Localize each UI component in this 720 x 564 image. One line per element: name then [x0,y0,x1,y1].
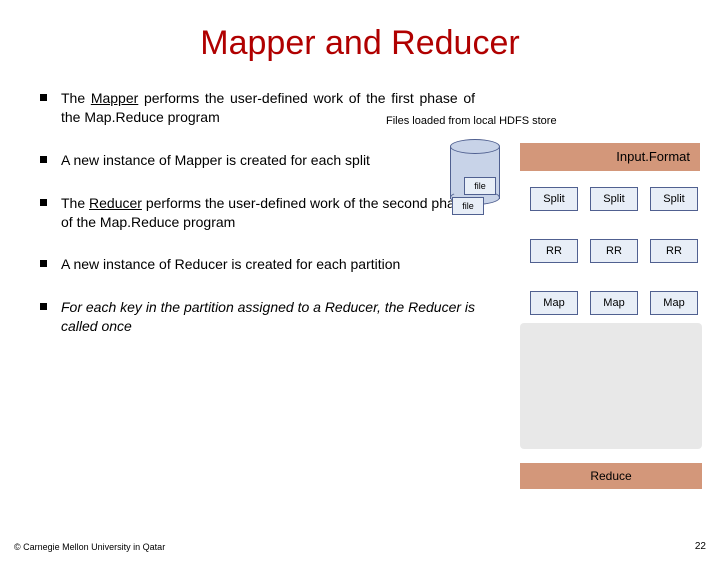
map-box: Map [590,291,638,315]
file-box: file [464,177,496,195]
copyright-footer: © Carnegie Mellon University in Qatar [14,542,165,552]
split-box: Split [530,187,578,211]
bullet-text: For each key in the partition assigned t… [61,298,475,336]
bullet-icon [40,156,47,163]
file-box: file [452,197,484,215]
inputformat-bar: Input.Format [520,143,700,171]
bullet-text: A new instance of Mapper is created for … [61,151,370,170]
storage-cylinder-icon [450,139,500,205]
bullet-text: A new instance of Reducer is created for… [61,255,400,274]
bullet-5: For each key in the partition assigned t… [40,298,475,336]
slide-title: Mapper and Reducer [0,24,720,63]
rr-box: RR [590,239,638,263]
bullet-icon [40,303,47,310]
mapper-term: Mapper [91,90,138,106]
map-row: Map Map Map [530,291,702,315]
rr-box: RR [530,239,578,263]
page-number: 22 [695,541,706,552]
bullet-icon [40,260,47,267]
split-box: Split [650,187,698,211]
shuffle-region [520,323,702,449]
bullet-text: The [61,90,91,106]
bullet-text: The [61,195,89,211]
split-row: Split Split Split [530,187,702,211]
bullet-3: The Reducer performs the user-defined wo… [40,194,475,232]
rr-row: RR RR RR [530,239,702,263]
bullet-2: A new instance of Mapper is created for … [40,151,475,170]
split-box: Split [590,187,638,211]
hdfs-note: Files loaded from local HDFS store [386,115,557,127]
reducer-term: Reducer [89,195,142,211]
slide-content: The Mapper performs the user-defined wor… [0,63,720,336]
map-box: Map [650,291,698,315]
reduce-bar: Reduce [520,463,702,489]
bullet-icon [40,199,47,206]
bullet-4: A new instance of Reducer is created for… [40,255,475,274]
map-box: Map [530,291,578,315]
bullet-icon [40,94,47,101]
rr-box: RR [650,239,698,263]
